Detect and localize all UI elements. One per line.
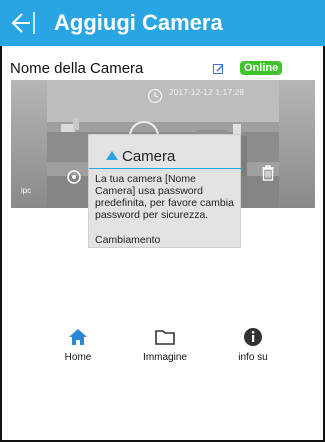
- folder-icon: [155, 330, 175, 345]
- home-icon: [69, 329, 87, 345]
- nav-images[interactable]: Immagine: [130, 326, 200, 366]
- password-warning-popup: Camera La tua camera [Nome Camera] usa p…: [88, 134, 242, 248]
- caret-up-icon: [106, 151, 118, 160]
- popup-header: Camera: [89, 135, 242, 169]
- camera-name: Nome della Camera: [10, 60, 144, 77]
- settings-icon[interactable]: [65, 168, 83, 186]
- nav-home-label: Home: [64, 352, 92, 363]
- header-bar: Aggiugi Camera: [0, 0, 325, 46]
- page-title: Aggiugi Camera: [54, 10, 223, 35]
- back-button[interactable]: [8, 10, 38, 36]
- edit-icon[interactable]: [212, 62, 226, 76]
- nav-info-label: info su: [238, 352, 268, 363]
- change-password-link[interactable]: Cambiamento: [95, 234, 160, 246]
- nav-info[interactable]: info su: [218, 326, 288, 366]
- camera-info-row: Nome della Camera Online: [10, 58, 310, 80]
- status-badge: Online: [240, 61, 283, 75]
- back-arrow-icon: [11, 12, 35, 34]
- trash-icon[interactable]: [261, 164, 275, 182]
- info-icon: [244, 328, 262, 346]
- source-label: ipc: [21, 186, 32, 195]
- nav-home[interactable]: Home: [43, 326, 113, 366]
- preview-right-strip: [279, 80, 315, 208]
- clock-icon: [147, 88, 163, 104]
- popup-message: La tua camera [Nome Camera] usa password…: [95, 173, 234, 221]
- nav-images-label: Immagine: [143, 352, 187, 363]
- preview-timestamp: 2017-12-12 1:17:28: [169, 88, 245, 97]
- popup-title: Camera: [122, 148, 176, 165]
